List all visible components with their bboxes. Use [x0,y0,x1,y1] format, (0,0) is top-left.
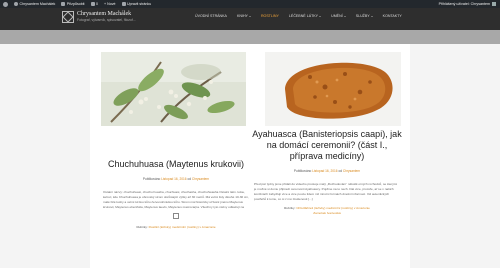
home-icon [14,2,18,6]
read-more-icon[interactable] [173,212,179,219]
comment-icon [90,2,95,6]
site-logo-icon[interactable] [62,11,74,23]
post-date-link[interactable]: Listopad 16, 2016 [161,177,186,181]
post-excerpt: Ostatní názvy: chuchuhuasi, chuchu huash… [103,190,249,209]
post-categories: Rubriky: Rostlinl (léčivky) medicínlní (… [136,224,216,229]
wordpress-logo-icon[interactable] [3,1,8,7]
admin-customize-link[interactable]: Přizpůsobit [61,2,85,6]
post-meta: Publikováno Listopad 16, 2016 od Chrysan… [142,177,210,181]
post-card: Ayahuasca (Banisteriopsis caapi), jak na… [252,52,402,216]
nav-item-services[interactable]: Služby [351,12,378,20]
nav-item-books[interactable]: Knihy [232,12,256,20]
main-navigation: Úvodní stránka Knihy Rostliny Léčebné lá… [190,12,407,20]
pencil-icon [121,2,126,6]
header-band [0,30,500,44]
post-title[interactable]: Chuchuhuasa (Maytenus krukovii) [101,159,251,170]
post-date-link[interactable]: Listopad 16, 2016 [312,169,337,173]
admin-comments-link[interactable]: 0 [90,2,98,6]
nav-item-contacts[interactable]: Kontakty [378,12,407,20]
admin-bar: Chrysantem Machálek Přizpůsobit 0 + Nové… [0,0,500,8]
post-author-link[interactable]: Chrysantem [192,177,209,181]
nav-item-plants[interactable]: Rostliny [256,12,284,20]
admin-account-menu[interactable]: Přihlášený uživatel: Chrysantem [439,0,496,8]
chevron-down-icon [319,15,322,17]
avatar [492,2,496,6]
site-title[interactable]: Chrysantem Machálek [77,11,131,17]
admin-site-name-link[interactable]: Chrysantem Machálek [14,2,55,6]
brush-icon [61,2,66,6]
chevron-down-icon [343,15,346,17]
chevron-down-icon [248,15,251,17]
post-thumbnail[interactable] [265,52,401,126]
admin-new-link[interactable]: + Nové [104,2,116,6]
post-categories: Rubriky: Chřetifahreš (léčivky) medicínl… [284,205,370,215]
nav-item-art[interactable]: Umění [326,12,351,20]
posts-grid: Chuchuhuasa (Maytenus krukovii) Publikov… [90,44,410,268]
post-meta: Publikováno Listopad 16, 2016 od Chrysan… [293,169,361,173]
category-link[interactable]: Chřetifahreš (léčivky) medicínlní (rostl… [296,206,370,210]
admin-edit-link[interactable]: Upravit stránku [121,2,151,6]
chevron-down-icon [370,15,373,17]
post-author-link[interactable]: Chrysantem [343,169,360,173]
nav-item-healing-substances[interactable]: Léčebné látky [284,12,326,20]
post-excerpt: Před pár týdny jsme přidali do videoho p… [254,182,398,201]
nav-item-home[interactable]: Úvodní stránka [190,12,232,20]
category-link[interactable]: Zamošek Ivanvoská [313,211,341,215]
post-card: Chuchuhuasa (Maytenus krukovii) Publikov… [101,52,251,230]
site-description: Fotograf, výtvarník, spisovatel, filozof… [77,18,136,22]
post-title[interactable]: Ayahuasca (Banisteriopsis caapi), jak na… [252,129,402,162]
category-link[interactable]: Rostlinl (léčivky) medicínlní (rostliny)… [149,225,216,229]
post-thumbnail[interactable] [101,52,246,126]
